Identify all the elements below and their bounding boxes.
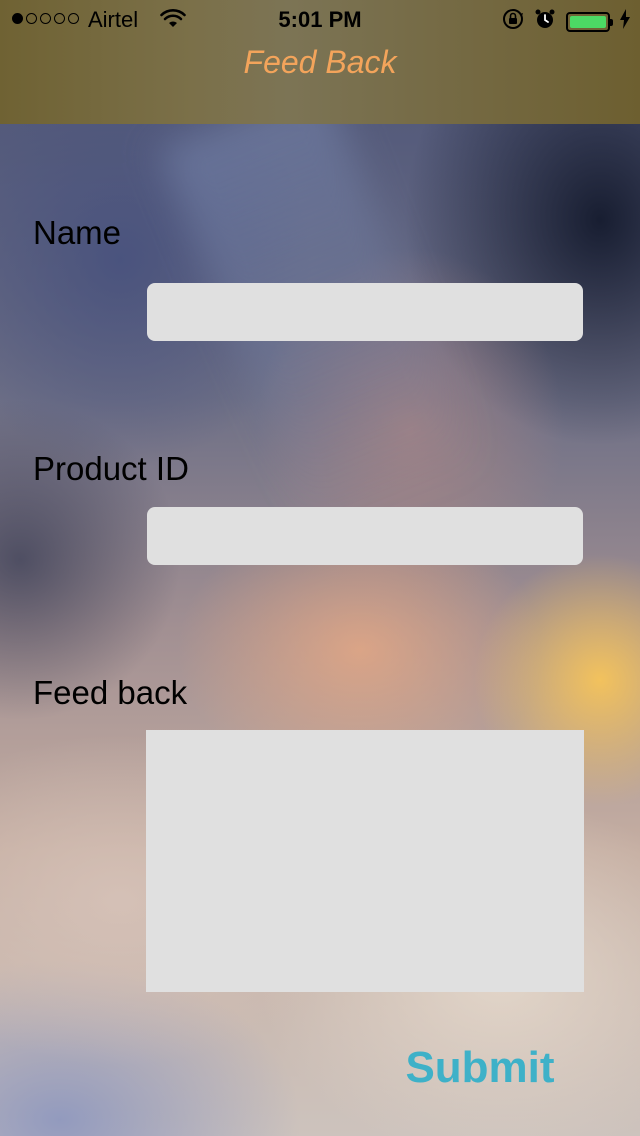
product-id-label: Product ID [33,450,189,487]
feedback-label: Feed back [33,674,188,711]
battery-icon [566,12,613,32]
alarm-icon [534,8,556,36]
page-title: Feed Back [243,44,397,80]
submit-button[interactable]: Submit [380,1036,580,1100]
charging-bolt-icon [620,9,630,35]
status-icons [502,8,630,36]
orientation-lock-icon [502,8,524,36]
name-field[interactable] [147,283,583,341]
name-label: Name [33,214,122,251]
feedback-text-area[interactable] [146,730,584,992]
status-bar: Airtel 5:01 PM [0,0,640,40]
navigation-header: Airtel 5:01 PM Feed Back [0,0,640,124]
battery-fill [570,16,606,28]
product-id-field[interactable] [147,507,583,565]
battery-nub [610,19,613,26]
